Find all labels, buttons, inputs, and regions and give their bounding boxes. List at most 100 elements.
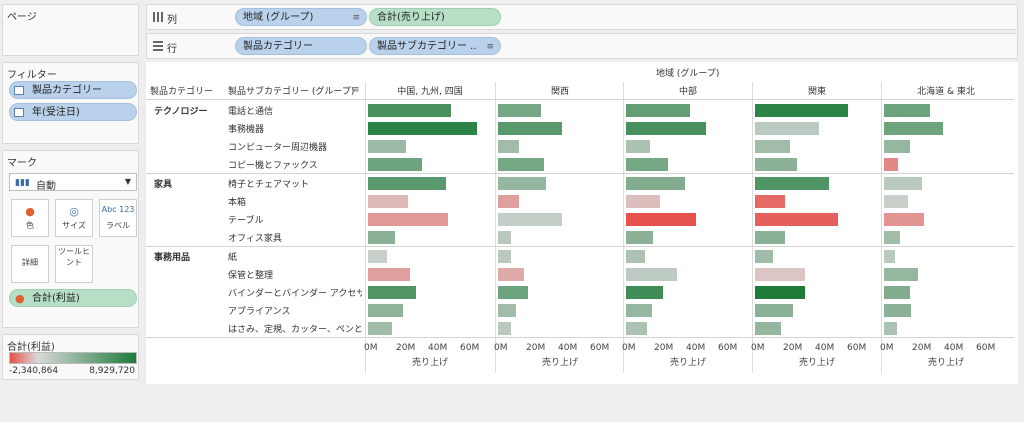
bar[interactable] — [626, 250, 645, 263]
columns-pill-region[interactable]: 地域 (グループ) ≡ — [235, 8, 367, 26]
bar[interactable] — [884, 104, 930, 117]
bar[interactable] — [498, 195, 519, 208]
sort-icon[interactable]: ≡ — [352, 85, 360, 95]
subcategory-label[interactable]: コンピューター周辺機器 — [228, 140, 327, 153]
region-header[interactable]: 中部 — [624, 84, 752, 97]
bar[interactable] — [755, 158, 797, 171]
tooltip-button[interactable]: ツールヒント — [55, 245, 93, 283]
bar[interactable] — [884, 213, 924, 226]
bar[interactable] — [884, 177, 922, 190]
bar[interactable] — [755, 286, 805, 299]
bar[interactable] — [755, 195, 785, 208]
subcategory-label[interactable]: 事務機器 — [228, 122, 264, 135]
bar[interactable] — [626, 213, 696, 226]
bar[interactable] — [884, 286, 910, 299]
bar[interactable] — [498, 213, 562, 226]
bar[interactable] — [626, 104, 690, 117]
bar[interactable] — [755, 104, 848, 117]
bar[interactable] — [626, 158, 668, 171]
bar[interactable] — [368, 177, 446, 190]
label-button[interactable]: Abc 123 ラベル — [99, 199, 137, 237]
bar[interactable] — [884, 268, 918, 281]
bar[interactable] — [755, 177, 829, 190]
bar[interactable] — [368, 286, 416, 299]
subcategory-label[interactable]: 本箱 — [228, 195, 246, 208]
columns-pill-sales[interactable]: 合計(売り上げ) — [369, 8, 501, 26]
bar[interactable] — [755, 231, 785, 244]
bar[interactable] — [884, 158, 898, 171]
bar[interactable] — [368, 268, 410, 281]
region-header[interactable]: 北海道 & 東北 — [882, 84, 1010, 97]
bar[interactable] — [368, 304, 403, 317]
bar[interactable] — [498, 158, 544, 171]
bar[interactable] — [626, 322, 647, 335]
region-header[interactable]: 中国, 九州, 四国 — [366, 84, 494, 97]
subcategory-label[interactable]: オフィス家具 — [228, 231, 282, 244]
bar[interactable] — [368, 195, 408, 208]
bar[interactable] — [498, 104, 541, 117]
pages-panel[interactable]: ページ — [2, 4, 139, 56]
region-header[interactable]: 関東 — [753, 84, 881, 97]
category-label[interactable]: 事務用品 — [154, 250, 190, 263]
bar[interactable] — [755, 268, 805, 281]
size-button[interactable]: ◎ サイズ — [55, 199, 93, 237]
subcategory-label[interactable]: 椅子とチェアマット — [228, 177, 309, 190]
bar[interactable] — [884, 231, 900, 244]
filter-pill-category[interactable]: 製品カテゴリー — [9, 81, 137, 99]
rows-pill-subcategory[interactable]: 製品サブカテゴリー .. ≡ — [369, 37, 501, 55]
bar[interactable] — [626, 268, 677, 281]
bar[interactable] — [626, 122, 706, 135]
bar[interactable] — [626, 231, 653, 244]
subcategory-label[interactable]: アプライアンス — [228, 304, 290, 317]
subcategory-label[interactable]: バインダーとバインダー アクセサリー — [228, 286, 362, 299]
region-header[interactable]: 関西 — [496, 84, 624, 97]
bar[interactable] — [368, 213, 448, 226]
bar[interactable] — [368, 122, 477, 135]
bar[interactable] — [626, 177, 685, 190]
subcategory-label[interactable]: はさみ、定規、カッター、ペンと画材 ... — [228, 322, 362, 335]
bar[interactable] — [755, 122, 819, 135]
subcategory-label[interactable]: テーブル — [228, 213, 263, 226]
bar[interactable] — [884, 140, 910, 153]
detail-button[interactable]: 詳細 — [11, 245, 49, 283]
bar[interactable] — [498, 231, 511, 244]
bar[interactable] — [368, 140, 406, 153]
rows-shelf[interactable]: 行 製品カテゴリー 製品サブカテゴリー .. ≡ — [146, 33, 1018, 59]
bar[interactable] — [755, 213, 838, 226]
bar[interactable] — [626, 304, 652, 317]
bar[interactable] — [755, 250, 773, 263]
subcategory-label[interactable]: 保管と整理 — [228, 268, 273, 281]
bar[interactable] — [368, 250, 387, 263]
bar[interactable] — [626, 195, 660, 208]
color-button[interactable]: ● 色 — [11, 199, 49, 237]
bar[interactable] — [498, 286, 528, 299]
bar[interactable] — [626, 140, 650, 153]
bar[interactable] — [884, 195, 908, 208]
category-label[interactable]: テクノロジー — [154, 104, 207, 117]
columns-shelf[interactable]: 列 地域 (グループ) ≡ 合計(売り上げ) — [146, 4, 1018, 30]
bar[interactable] — [626, 286, 663, 299]
bar[interactable] — [498, 268, 524, 281]
bar[interactable] — [498, 177, 546, 190]
bar[interactable] — [755, 322, 781, 335]
bar[interactable] — [368, 231, 395, 244]
bar[interactable] — [884, 250, 895, 263]
bar[interactable] — [368, 322, 392, 335]
color-field-pill[interactable]: ● 合計(利益) — [9, 289, 137, 307]
bar[interactable] — [755, 140, 790, 153]
subcategory-label[interactable]: 電話と通信 — [228, 104, 273, 117]
bar[interactable] — [884, 304, 911, 317]
subcategory-label[interactable]: 紙 — [228, 250, 237, 263]
bar[interactable] — [498, 322, 511, 335]
bar[interactable] — [884, 322, 897, 335]
bar[interactable] — [368, 158, 422, 171]
bar[interactable] — [498, 304, 516, 317]
bar[interactable] — [755, 304, 793, 317]
bar[interactable] — [498, 140, 519, 153]
bar[interactable] — [498, 250, 511, 263]
category-label[interactable]: 家具 — [154, 177, 172, 190]
subcategory-label[interactable]: コピー機とファックス — [228, 158, 318, 171]
bar[interactable] — [884, 122, 943, 135]
bar[interactable] — [368, 104, 451, 117]
mark-type-select[interactable]: ▮▮▮ 自動 ▼ — [9, 173, 137, 192]
